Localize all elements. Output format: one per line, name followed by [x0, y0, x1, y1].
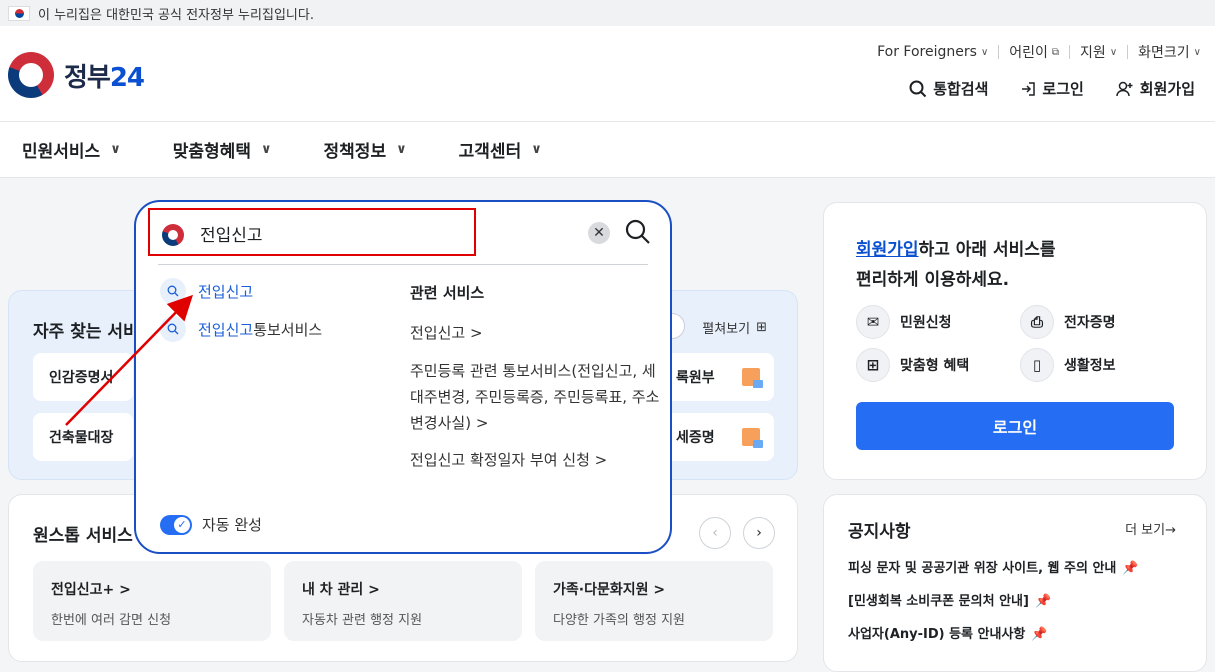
search-icon	[160, 316, 186, 342]
autocomplete-toggle-row: 자동 완성	[160, 514, 262, 535]
notice-title: 공지사항	[848, 522, 911, 542]
service-civil-application[interactable]: ✉ 민원신청	[856, 305, 952, 339]
notice-item[interactable]: 사업자(Any-ID) 등록 안내사항 📌	[848, 623, 1048, 642]
freq-card-seal-certificate[interactable]: 인감증명서	[33, 353, 133, 401]
pin-icon: 📌	[1031, 627, 1048, 642]
expand-all-button[interactable]: 펼쳐보기 ⊞	[702, 318, 767, 337]
pin-icon: 📌	[1034, 594, 1052, 609]
certificate-icon: ⎙	[1020, 305, 1054, 339]
related-service-link[interactable]: 주민등록 관련 통보서비스(전입신고, 세대주변경, 주민등록증, 주민등록표,…	[410, 358, 660, 436]
freq-card-certificate[interactable]: 세증명	[660, 413, 774, 461]
carousel-prev-button[interactable]: ‹	[699, 517, 731, 549]
external-link-icon: ⧉	[1051, 46, 1060, 58]
gift-icon: ⊞	[856, 348, 890, 382]
chevron-left-icon: ‹	[712, 525, 718, 541]
suggestion-item[interactable]: 전입신고통보서비스	[160, 316, 322, 342]
service-e-certificate[interactable]: ⎙ 전자증명	[1020, 305, 1116, 339]
related-service-link[interactable]: 전입신고 >	[410, 320, 660, 346]
nav-policy-info[interactable]: 정책정보 ∨	[324, 137, 407, 162]
gov-emblem-icon	[8, 52, 54, 98]
login-icon	[1022, 81, 1036, 96]
onestop-card-move-in[interactable]: 전입신고+ > 한번에 여러 감면 신청	[33, 561, 271, 641]
signup-link[interactable]: 회원가입	[1116, 78, 1195, 99]
chevron-down-icon: ∨	[531, 142, 542, 157]
add-user-icon	[1116, 81, 1133, 96]
notice-item[interactable]: [민생회복 소비쿠폰 문의처 안내] 📌	[848, 590, 1051, 609]
chevron-down-icon: ∨	[1109, 46, 1118, 58]
related-service-link[interactable]: 전입신고 확정일자 부여 신청 >	[410, 447, 660, 473]
freq-card-building-register[interactable]: 건축물대장	[33, 413, 133, 461]
envelope-icon: ✉	[856, 305, 890, 339]
search-icon	[160, 278, 186, 304]
clear-search-button[interactable]: ✕	[588, 222, 610, 244]
korea-flag-icon	[8, 5, 30, 21]
onestop-card-family[interactable]: 가족·다문화지원 > 다양한 가족의 행정 지원	[535, 561, 773, 641]
kids-link[interactable]: 어린이 ⧉	[1009, 42, 1059, 62]
login-panel: 회원가입하고 아래 서비스를 편리하게 이용하세요. ✉ 민원신청 ⎙ 전자증명 ⊞…	[823, 202, 1207, 480]
notice-panel: 공지사항 더 보기→ 피싱 문자 및 공공기관 위장 사이트, 웹 주의 안내 📌…	[823, 494, 1207, 672]
utility-menu: For Foreigners ∨ 어린이 ⧉ 지원 ∨ 화면크기 ∨	[877, 42, 1201, 62]
onestop-card-car[interactable]: 내 차 관리 > 자동차 관련 행정 지원	[284, 561, 522, 641]
search-box-highlight	[148, 208, 476, 256]
logo-text: 정부	[64, 62, 111, 93]
for-foreigners-menu[interactable]: For Foreigners ∨	[877, 44, 988, 60]
frequent-services-title: 자주 찾는 서비	[33, 322, 139, 342]
zoom-menu[interactable]: 화면크기 ∨	[1138, 42, 1201, 62]
login-link[interactable]: 로그인	[1020, 78, 1084, 99]
chevron-down-icon: ∨	[980, 46, 989, 58]
autocomplete-toggle[interactable]	[160, 514, 192, 535]
search-autocomplete-popup: ✕ 전입신고 전입신고통보서비스 관련 서비스 전입신고 > 주민등록 관련 통…	[134, 200, 672, 554]
signup-inline-link[interactable]: 회원가입	[856, 240, 919, 260]
service-life-info[interactable]: ▯ 생활정보	[1020, 348, 1116, 382]
chevron-right-icon: ›	[756, 525, 762, 541]
logo-number: 24	[109, 62, 145, 93]
related-services-title: 관련 서비스	[410, 284, 485, 302]
search-submit-button[interactable]	[624, 218, 652, 246]
document-icon	[742, 368, 763, 388]
nav-custom-benefits[interactable]: 맞춤형혜택 ∨	[173, 137, 272, 162]
support-menu[interactable]: 지원 ∨	[1080, 42, 1117, 62]
onestop-title: 원스톱 서비스	[33, 526, 133, 546]
chevron-down-icon: ∨	[260, 142, 272, 157]
integrated-search-button[interactable]: 통합검색	[909, 78, 988, 99]
gov-banner-text: 이 누리집은 대한민국 공식 전자정부 누리집입니다.	[38, 7, 314, 23]
chevron-down-icon: ∨	[110, 142, 121, 157]
chevron-down-icon: ∨	[396, 142, 407, 157]
nav-customer-center[interactable]: 고객센터 ∨	[459, 137, 542, 162]
site-logo[interactable]: 정부24	[8, 52, 145, 98]
nav-civil-service[interactable]: 민원서비스 ∨	[22, 137, 121, 162]
service-custom-benefits[interactable]: ⊞ 맞춤형 혜택	[856, 348, 969, 382]
suggestion-item[interactable]: 전입신고	[160, 278, 253, 304]
main-nav: 민원서비스 ∨ 맞춤형혜택 ∨ 정책정보 ∨ 고객센터 ∨	[0, 121, 1215, 178]
header: 정부24 For Foreigners ∨ 어린이 ⧉ 지원 ∨ 화면크기 ∨ 통합검색…	[0, 26, 1215, 121]
login-message: 회원가입하고 아래 서비스를 편리하게 이용하세요.	[856, 240, 1056, 290]
notice-item[interactable]: 피싱 문자 및 공공기관 위장 사이트, 웹 주의 안내 📌	[848, 557, 1139, 576]
close-icon: ✕	[593, 225, 605, 241]
pin-icon: 📌	[1122, 561, 1139, 576]
freq-card-register[interactable]: 록원부	[660, 353, 774, 401]
notice-more-link[interactable]: 더 보기→	[1125, 519, 1176, 538]
header-actions: 통합검색 로그인 회원가입	[909, 78, 1195, 99]
search-icon	[909, 80, 927, 97]
gov-emblem-icon	[162, 224, 184, 246]
gov-banner: 이 누리집은 대한민국 공식 전자정부 누리집입니다.	[0, 0, 1215, 26]
search-input[interactable]	[200, 220, 460, 246]
grid-icon: ⊞	[756, 320, 767, 335]
document-icon	[742, 428, 763, 448]
chevron-down-icon: ∨	[1193, 46, 1201, 58]
carousel-next-button[interactable]: ›	[743, 517, 775, 549]
bookmark-icon: ▯	[1020, 348, 1054, 382]
login-button[interactable]: 로그인	[856, 402, 1174, 450]
